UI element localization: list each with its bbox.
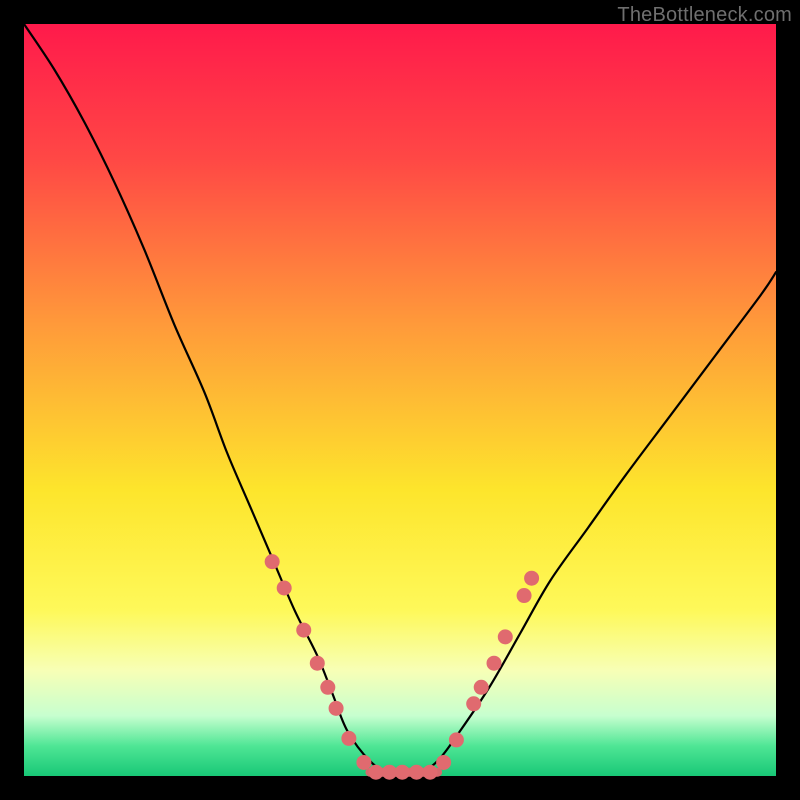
data-dot bbox=[310, 656, 325, 671]
data-dot bbox=[436, 755, 451, 770]
watermark-text: TheBottleneck.com bbox=[617, 4, 792, 27]
curve-layer bbox=[24, 24, 776, 778]
data-dot bbox=[368, 765, 383, 780]
data-dot bbox=[498, 629, 513, 644]
data-dot bbox=[524, 571, 539, 586]
data-dot bbox=[320, 680, 335, 695]
data-dot bbox=[517, 588, 532, 603]
data-dot bbox=[409, 765, 424, 780]
chart-svg bbox=[24, 24, 776, 776]
data-dot bbox=[487, 656, 502, 671]
data-dot bbox=[277, 581, 292, 596]
data-dot bbox=[356, 755, 371, 770]
bottleneck-curve-path bbox=[24, 24, 776, 778]
data-dot bbox=[341, 731, 356, 746]
data-dot bbox=[474, 680, 489, 695]
data-dot bbox=[296, 623, 311, 638]
data-dot bbox=[265, 554, 280, 569]
plot-area bbox=[24, 24, 776, 776]
data-dot bbox=[395, 765, 410, 780]
data-dot bbox=[382, 765, 397, 780]
data-dot bbox=[466, 696, 481, 711]
chart-frame: TheBottleneck.com bbox=[0, 0, 800, 800]
data-dot bbox=[329, 701, 344, 716]
dots-layer bbox=[265, 554, 539, 780]
data-dot bbox=[423, 765, 438, 780]
data-dot bbox=[449, 732, 464, 747]
